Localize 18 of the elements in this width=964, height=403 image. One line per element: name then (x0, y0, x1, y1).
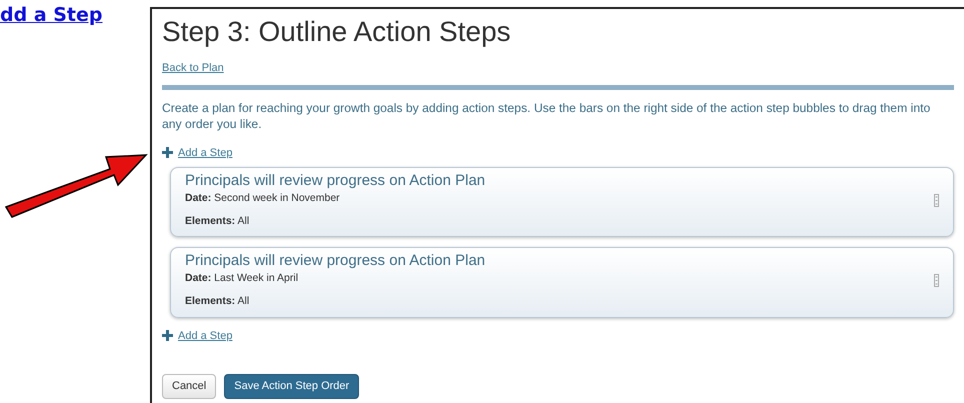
cancel-button[interactable]: Cancel (162, 374, 216, 400)
callout-link[interactable]: dd a Step (0, 6, 103, 25)
step-title: Principals will review progress on Action Plan (185, 252, 486, 270)
add-step-link[interactable]: Add a Step (178, 144, 232, 162)
plus-icon (162, 147, 173, 158)
save-button[interactable]: Save Action Step Order (224, 374, 360, 400)
intro-text: Create a plan for reaching your growth goals by adding action steps. Use the bars on the right side of the action step bubbles to drag them into any order you like. (162, 100, 932, 133)
step-date: Date: Second week in November (185, 192, 341, 206)
step-date: Date: Last Week in April (185, 272, 300, 286)
step-elements: Elements: All (185, 214, 250, 228)
page-title: Step 3: Outline Action Steps (162, 15, 512, 49)
drag-handle-icon[interactable] (934, 274, 939, 287)
plus-icon (162, 330, 173, 342)
step-title: Principals will review progress on Action Plan (185, 172, 486, 190)
add-step-link[interactable]: Add a Step (178, 328, 232, 344)
back-link[interactable]: Back to Plan (162, 62, 224, 74)
drag-handle-icon[interactable] (934, 194, 939, 207)
step-elements: Elements: All (185, 294, 250, 309)
